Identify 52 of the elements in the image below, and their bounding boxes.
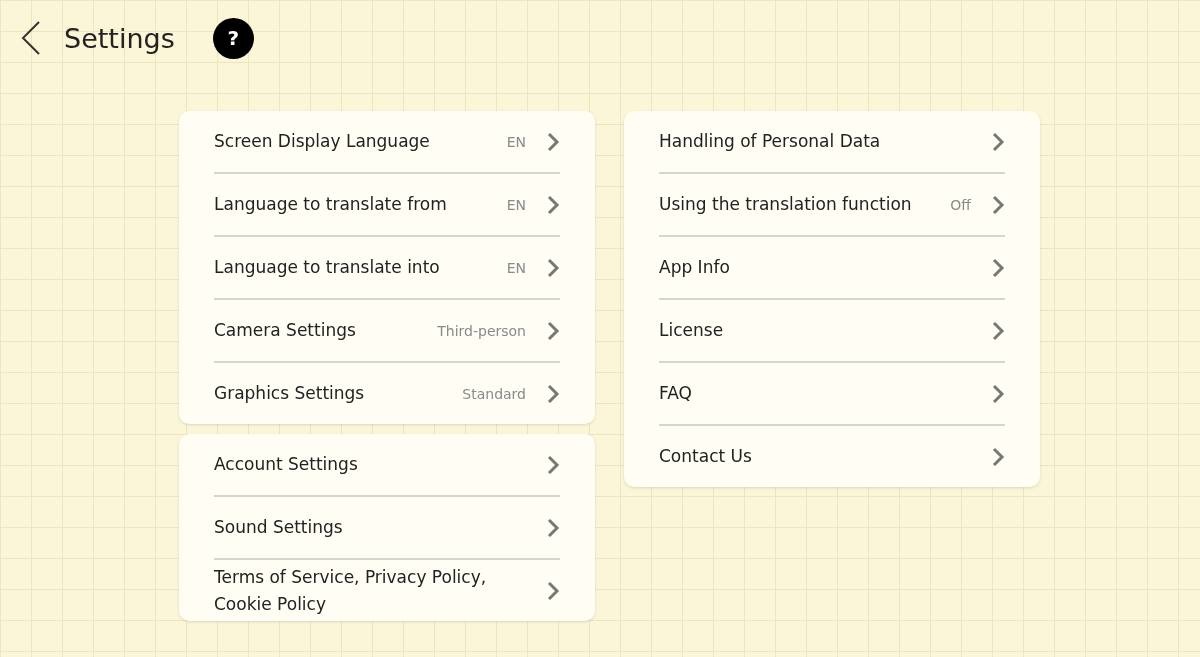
row-label: Screen Display Language	[214, 130, 431, 154]
settings-row[interactable]: License	[659, 300, 1005, 363]
row-label: App Info	[659, 256, 731, 280]
row-label: Account Settings	[214, 453, 359, 477]
back-button[interactable]	[20, 20, 42, 56]
row-value: EN	[506, 133, 526, 150]
page-title: Settings	[64, 22, 175, 54]
chevron-right-icon	[546, 194, 560, 215]
chevron-right-icon	[546, 580, 560, 601]
chevron-right-icon	[991, 383, 1005, 404]
chevron-right-icon	[546, 517, 560, 538]
chevron-right-icon	[546, 131, 560, 152]
row-label: Handling of Personal Data	[659, 130, 882, 154]
settings-row[interactable]: Terms of Service, Privacy Policy, Cookie Policy	[214, 560, 560, 621]
chevron-right-icon	[991, 320, 1005, 341]
chevron-right-icon	[546, 383, 560, 404]
settings-row[interactable]: Screen Display Language EN	[214, 111, 560, 174]
row-label: Language to translate from	[214, 193, 448, 217]
settings-row[interactable]: Contact Us	[659, 426, 1005, 487]
settings-row[interactable]: Camera Settings Third-person	[214, 300, 560, 363]
row-label: Language to translate into	[214, 256, 441, 280]
settings-row[interactable]: FAQ	[659, 363, 1005, 426]
settings-row[interactable]: Handling of Personal Data	[659, 111, 1005, 174]
chevron-right-icon	[991, 257, 1005, 278]
row-value: Third-person	[437, 322, 526, 339]
row-label: Camera Settings	[214, 319, 357, 343]
settings-row[interactable]: App Info	[659, 237, 1005, 300]
row-label: FAQ	[659, 382, 693, 406]
settings-row[interactable]: Sound Settings	[214, 497, 560, 560]
back-chevron-icon	[20, 20, 42, 56]
row-value: EN	[506, 259, 526, 276]
row-label: Graphics Settings	[214, 382, 366, 406]
row-value: EN	[506, 196, 526, 213]
row-label: License	[659, 319, 725, 343]
settings-row[interactable]: Language to translate into EN	[214, 237, 560, 300]
settings-row[interactable]: Account Settings	[214, 434, 560, 497]
row-label: Terms of Service, Privacy Policy, Cookie Policy	[214, 566, 488, 616]
row-label: Using the translation function	[659, 193, 913, 217]
row-label: Sound Settings	[214, 516, 344, 540]
settings-row[interactable]: Graphics Settings Standard	[214, 363, 560, 424]
settings-row[interactable]: Language to translate from EN	[214, 174, 560, 237]
chevron-right-icon	[546, 257, 560, 278]
settings-row[interactable]: Using the translation function Off	[659, 174, 1005, 237]
help-button[interactable]: ?	[212, 17, 254, 59]
chevron-right-icon	[991, 131, 1005, 152]
chevron-right-icon	[546, 454, 560, 475]
chevron-right-icon	[546, 320, 560, 341]
row-label: Contact Us	[659, 445, 753, 469]
chevron-right-icon	[991, 194, 1005, 215]
row-value: Standard	[462, 385, 526, 402]
chevron-right-icon	[991, 446, 1005, 467]
row-value: Off	[950, 196, 971, 213]
